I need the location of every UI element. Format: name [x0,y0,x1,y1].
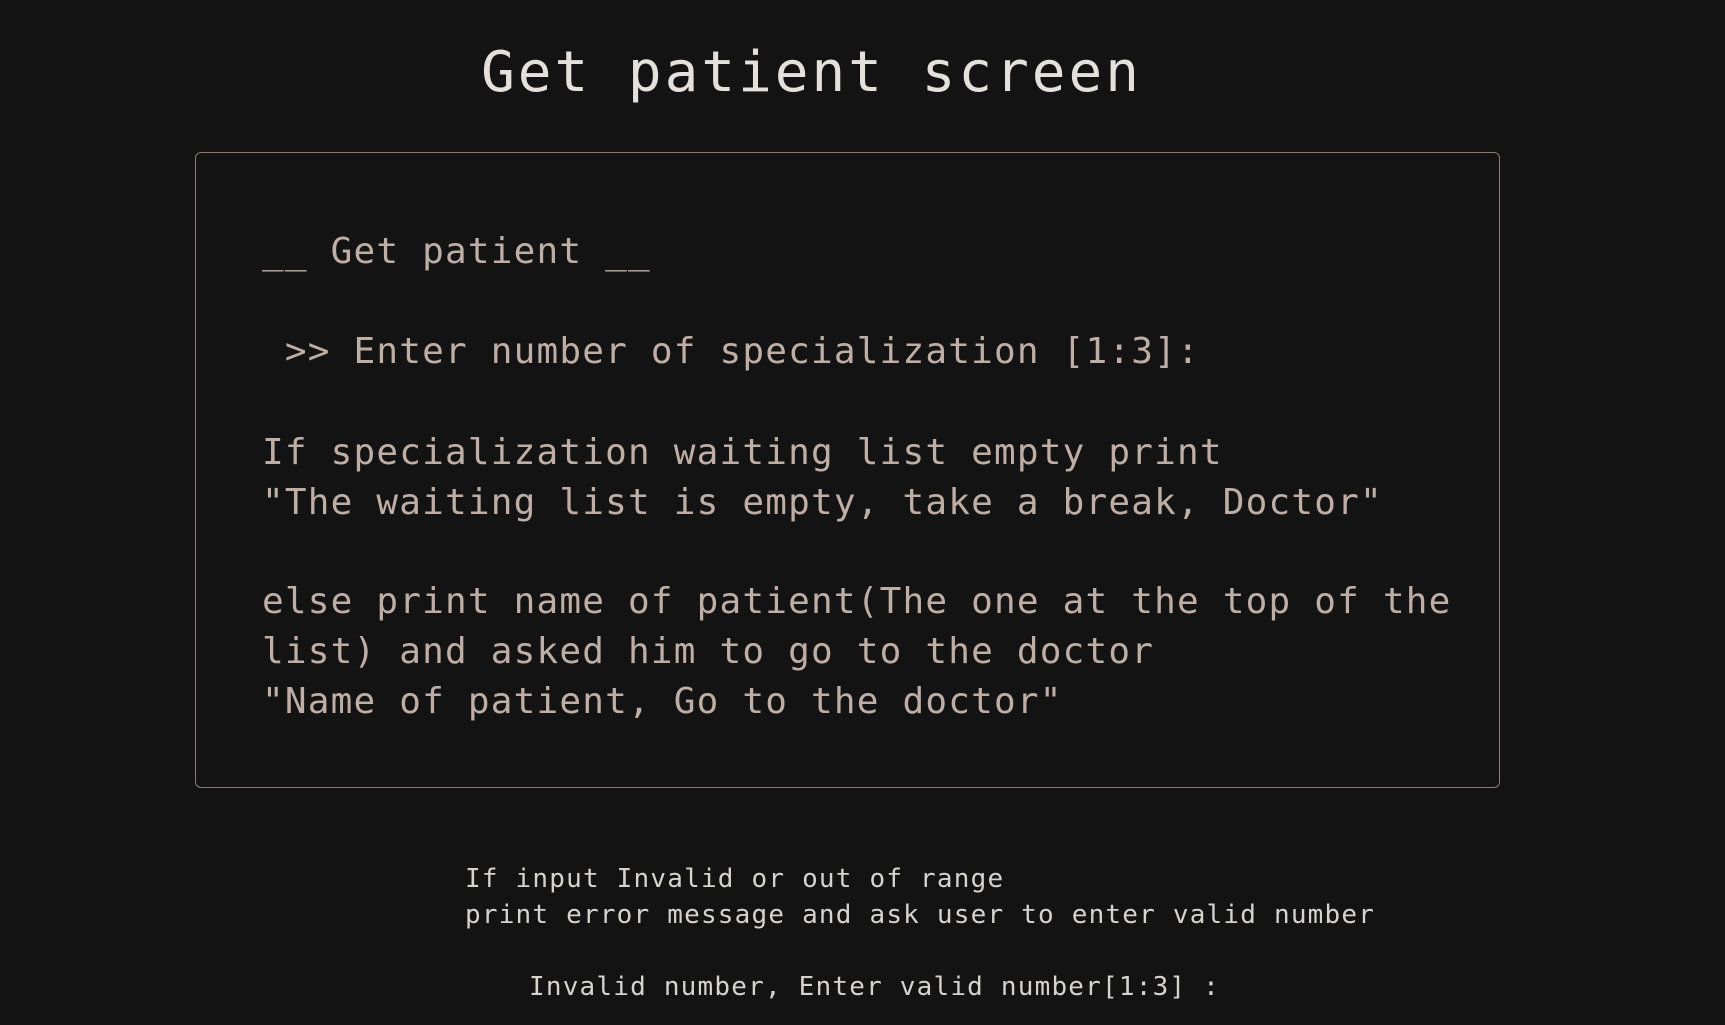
else-description-line-2: list) and asked him to go to the doctor [262,631,1155,672]
console-screen-box: __ Get patient __ >> Enter number of spe… [195,152,1500,788]
else-description-line-1: else print name of patient(The one at th… [262,581,1452,622]
empty-list-message: "The waiting list is empty, take a break… [262,482,1383,523]
console-heading: __ Get patient __ [262,231,651,272]
invalid-input-note-line-1: If input Invalid or out of range [465,864,1005,894]
invalid-input-note-line-2: print error message and ask user to ente… [465,900,1376,930]
go-to-doctor-message: "Name of patient, Go to the doctor" [262,681,1063,722]
specialization-prompt: >> Enter number of specialization [1:3]: [262,331,1200,372]
invalid-number-message: Invalid number, Enter valid number[1:3] … [529,972,1220,1002]
page-title: Get patient screen [481,40,1142,105]
empty-list-condition: If specialization waiting list empty pri… [262,432,1223,473]
